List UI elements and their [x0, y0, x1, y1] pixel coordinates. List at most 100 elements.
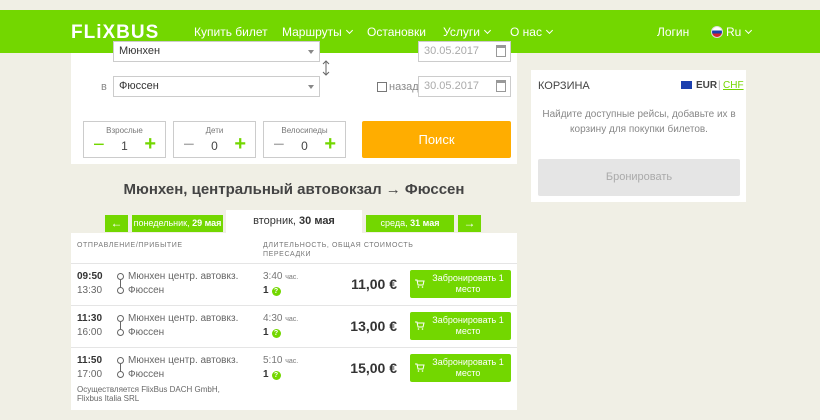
arrival-time: 13:30 [77, 285, 103, 296]
table-row: 11:30 16:00 Мюнхен центр. автовкз. Фюссе… [71, 305, 517, 347]
operator-line1: Осуществляется FlixBus DACH GmbH, [77, 385, 220, 394]
book-seat-button[interactable]: Забронировать 1 место [410, 312, 511, 340]
route-title: Мюнхен, центральный автовокзал → Фюссен [123, 181, 465, 198]
swap-icon[interactable] [321, 60, 331, 76]
cart-icon [415, 321, 425, 330]
help-icon[interactable]: ? [271, 287, 281, 296]
book-seat-label: Забронировать 1 место [432, 273, 504, 294]
nav-buy-ticket[interactable]: Купить билет [194, 25, 268, 39]
date-tab-current[interactable]: вторник, 30 мая [226, 210, 362, 233]
to-field[interactable]: Фюссен [113, 76, 320, 97]
arrival-time: 17:00 [77, 369, 103, 380]
book-seat-label: Забронировать 1 место [432, 315, 504, 336]
table-row: 11:50 17:00 Мюнхен центр. автовкз. Фюссе… [71, 347, 517, 410]
nav-stops[interactable]: Остановки [367, 25, 426, 39]
dropdown-caret-icon [308, 85, 314, 89]
date-tab-current-day: вторник, [253, 215, 296, 227]
cart-icon [415, 279, 425, 288]
language-label: Ru [726, 25, 742, 39]
from-value: Мюнхен [119, 45, 161, 57]
date-tab-prev[interactable]: понедельник, 29 мая [132, 215, 223, 232]
top-strip [0, 0, 820, 10]
book-button-disabled[interactable]: Бронировать [538, 159, 740, 196]
transfers-value: 1 [263, 327, 269, 338]
arrival-time: 16:00 [77, 327, 103, 338]
book-seat-label: Забронировать 1 место [432, 357, 504, 378]
transfers: 1? [263, 369, 281, 380]
date-tab-next-date: 31 мая [410, 218, 440, 228]
stop-dot-icon [117, 315, 124, 322]
col-departure-header: ОТПРАВЛЕНИЕ/ПРИБЫТИЕ [77, 242, 183, 249]
bikes-plus-button[interactable]: + [324, 134, 336, 154]
route-line [120, 322, 121, 329]
help-icon[interactable]: ? [271, 329, 281, 338]
duration-value: 5:10 [263, 355, 283, 366]
from-stop[interactable]: Мюнхен центр. автовкз. [128, 355, 238, 366]
calendar-icon [496, 45, 506, 57]
search-button[interactable]: Поиск [362, 121, 511, 158]
to-stop[interactable]: Фюссен [128, 369, 164, 380]
search-form: Мюнхен 30.05.2017 в Фюссен назад 30.05.2… [71, 41, 517, 164]
from-stop[interactable]: Мюнхен центр. автовкз. [128, 313, 238, 324]
nav-services-label: Услуги [443, 25, 480, 39]
cart-title: КОРЗИНА [538, 80, 590, 92]
date-tab-current-date: 30 мая [299, 215, 335, 227]
transfers-value: 1 [263, 369, 269, 380]
chevron-down-icon [345, 26, 353, 35]
nav-services[interactable]: Услуги [443, 25, 491, 39]
nav-login[interactable]: Логин [657, 25, 689, 39]
language-selector[interactable]: Ru [711, 25, 753, 39]
price: 13,00 € [350, 318, 397, 334]
nav-about[interactable]: О нас [510, 25, 554, 39]
stop-dot-icon [117, 287, 124, 294]
results-table: ОТПРАВЛЕНИЕ/ПРИБЫТИЕ ДЛИТЕЛЬНОСТЬ, ОБЩАЯ… [71, 233, 517, 410]
to-stop[interactable]: Фюссен [128, 327, 164, 338]
to-label: в [101, 81, 107, 93]
return-checkbox[interactable] [377, 82, 387, 92]
chevron-down-icon [745, 26, 753, 35]
duration-value: 3:40 [263, 271, 283, 282]
help-icon[interactable]: ? [271, 371, 281, 380]
chevron-down-icon [545, 26, 554, 35]
col-duration-line1: ДЛИТЕЛЬНОСТЬ, [263, 242, 330, 249]
next-day-button[interactable]: → [458, 215, 481, 232]
adults-plus-button[interactable]: + [144, 134, 156, 154]
transfers: 1? [263, 327, 281, 338]
cart-icon [415, 363, 425, 372]
children-plus-button[interactable]: + [234, 134, 246, 154]
children-counter: Дети − 0 + [173, 121, 256, 158]
stop-dot-icon [117, 273, 124, 280]
transfers-value: 1 [263, 285, 269, 296]
return-date-field[interactable]: 30.05.2017 [418, 76, 511, 97]
col-price-header: ОБЩАЯ СТОИМОСТЬ [331, 242, 414, 249]
book-seat-button[interactable]: Забронировать 1 место [410, 354, 511, 382]
currency-eur[interactable]: EUR [696, 80, 717, 91]
date-tab-prev-date: 29 мая [192, 218, 222, 228]
russia-flag-icon [711, 26, 723, 38]
to-stop[interactable]: Фюссен [128, 285, 164, 296]
departure-time: 11:50 [77, 355, 103, 366]
from-field[interactable]: Мюнхен [113, 41, 320, 62]
return-label: назад [389, 81, 419, 93]
table-row: 09:50 13:30 Мюнхен центр. автовкз. Фюссе… [71, 263, 517, 305]
departure-time: 11:30 [77, 313, 103, 324]
currency-chf[interactable]: CHF [723, 80, 744, 91]
price: 11,00 € [351, 276, 397, 292]
stop-dot-icon [117, 371, 124, 378]
cart-panel: КОРЗИНА EUR | CHF Найдите доступные рейс… [531, 70, 746, 202]
date-tab-next[interactable]: среда, 31 мая [366, 215, 454, 232]
prev-day-button[interactable]: ← [105, 215, 128, 232]
date-tab-next-day: среда, [380, 218, 408, 228]
route-line [120, 364, 121, 371]
col-duration-header: ДЛИТЕЛЬНОСТЬ, ОБЩАЯ СТОИМОСТЬ ПЕРЕСАДКИ [263, 241, 413, 259]
book-seat-button[interactable]: Забронировать 1 место [410, 270, 511, 298]
nav-routes-label: Маршруты [282, 25, 342, 39]
duration: 5:10 час. [263, 355, 298, 366]
nav-routes[interactable]: Маршруты [282, 25, 353, 39]
operator-line2: Flixbus Italia SRL [77, 394, 140, 403]
date-field[interactable]: 30.05.2017 [418, 41, 511, 62]
from-stop[interactable]: Мюнхен центр. автовкз. [128, 271, 238, 282]
duration: 3:40 час. [263, 271, 298, 282]
nav-about-label: О нас [510, 25, 542, 39]
price: 15,00 € [350, 360, 397, 376]
